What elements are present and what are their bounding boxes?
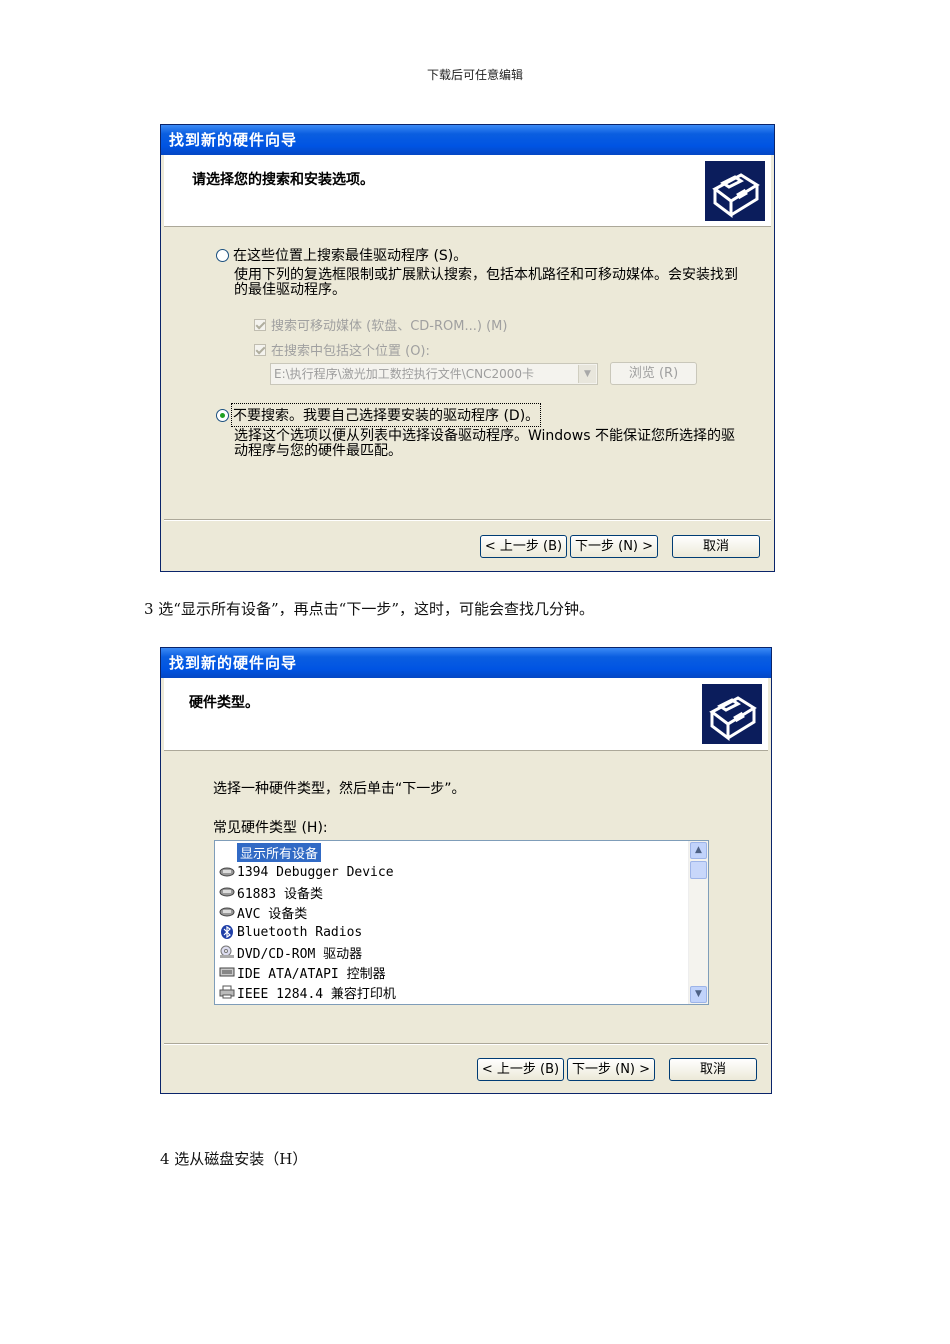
divider <box>164 1043 768 1045</box>
list-item-label: 1394 Debugger Device <box>237 864 394 880</box>
back-button[interactable]: < 上一步 (B) <box>480 535 567 558</box>
wizard-header: 硬件类型。 <box>164 678 768 751</box>
wizard-body: 选择一种硬件类型，然后单击“下一步”。 常见硬件类型 (H): 显示所有设备 1… <box>164 751 768 1090</box>
list-item[interactable]: 1394 Debugger Device <box>219 862 394 882</box>
list-item[interactable]: DVD/CD-ROM 驱动器 <box>219 942 362 962</box>
location-path-value: E:\执行程序\激光加工数控执行文件\CNC2000卡 <box>274 367 535 381</box>
wizard-body: 在这些位置上搜索最佳驱动程序 (S)。 使用下列的复选框限制或扩展默认搜索，包括… <box>164 227 771 568</box>
hardware-list-label: 常见硬件类型 (H): <box>213 820 328 836</box>
chevron-down-icon[interactable]: ▼ <box>690 986 707 1003</box>
wizard-heading: 请选择您的搜索和安装选项。 <box>192 172 374 188</box>
bluetooth-icon <box>221 925 233 939</box>
radio-button-selected[interactable] <box>216 408 229 422</box>
search-option-description: 使用下列的复选框限制或扩展默认搜索，包括本机路径和可移动媒体。会安装找到的最佳驱… <box>234 267 738 298</box>
checkbox-include-label: 在搜索中包括这个位置 (O): <box>271 344 430 359</box>
checkbox[interactable] <box>254 343 266 356</box>
wizard-header: 请选择您的搜索和安装选项。 <box>164 155 771 227</box>
list-item[interactable]: Bluetooth Radios <box>219 922 362 942</box>
list-item[interactable]: AVC 设备类 <box>219 902 307 922</box>
list-item-label: IDE ATA/ATAPI 控制器 <box>237 966 386 982</box>
chevron-down-icon[interactable]: ▼ <box>578 365 596 383</box>
list-item[interactable]: IEEE 1284.4 兼容打印机 <box>219 982 396 1002</box>
wizard-title-bar: 找到新的硬件向导 <box>161 125 774 155</box>
next-button[interactable]: 下一步 (N) > <box>567 1058 655 1081</box>
radio-no-search-option[interactable]: 不要搜索。我要自己选择要安装的驱动程序 (D)。 <box>216 403 542 427</box>
radio-search-option[interactable]: 在这些位置上搜索最佳驱动程序 (S)。 <box>216 245 467 265</box>
wizard-title-bar: 找到新的硬件向导 <box>161 648 771 678</box>
no-search-option-description: 选择这个选项以便从列表中选择设备驱动程序。Windows 不能保证您所选择的驱动… <box>234 428 735 459</box>
list-item-label: 61883 设备类 <box>237 886 323 902</box>
list-item-label: Bluetooth Radios <box>237 924 363 940</box>
divider <box>164 519 771 521</box>
device-icon <box>219 887 235 897</box>
browse-button[interactable]: 浏览 (R) <box>610 362 697 385</box>
checkbox[interactable] <box>254 318 266 331</box>
step-3-instruction: 3 选“显示所有设备”，再点击“下一步”，这时，可能会查找几分钟。 <box>144 600 594 618</box>
hardware-wizard-hardware-type: 找到新的硬件向导 硬件类型。 选择一种硬件类型，然后单击“下一步”。 常见硬件类… <box>160 647 772 1094</box>
list-item-label: AVC 设备类 <box>237 906 308 922</box>
wizard-heading: 硬件类型。 <box>189 695 259 711</box>
printer-icon <box>219 985 235 999</box>
checkbox-include-location[interactable]: 在搜索中包括这个位置 (O): <box>254 340 430 359</box>
hardware-type-list[interactable]: 显示所有设备 1394 Debugger Device 61883 设备类 AV… <box>214 840 709 1005</box>
checkbox-removable-media[interactable]: 搜索可移动媒体 (软盘、CD-ROM...) (M) <box>254 315 507 334</box>
list-item[interactable]: 61883 设备类 <box>219 882 323 902</box>
location-path-combobox[interactable]: E:\执行程序\激光加工数控执行文件\CNC2000卡 ▼ <box>270 363 598 385</box>
list-scrollbar[interactable]: ▲ ▼ <box>688 841 708 1004</box>
chevron-up-icon[interactable]: ▲ <box>690 842 707 859</box>
list-item-label: IEEE 1284.4 兼容打印机 <box>237 986 396 1002</box>
list-item-label: 显示所有设备 <box>237 842 322 862</box>
document-header: 下载后可任意编辑 <box>426 68 523 82</box>
scrollbar-thumb[interactable] <box>690 861 707 879</box>
radio-search-label: 在这些位置上搜索最佳驱动程序 (S)。 <box>233 248 468 264</box>
next-button[interactable]: 下一步 (N) > <box>570 535 658 558</box>
checkbox-removable-label: 搜索可移动媒体 (软盘、CD-ROM...) (M) <box>271 319 508 334</box>
device-icon <box>219 867 235 877</box>
ide-icon <box>219 967 235 977</box>
step-4-instruction: 4 选从磁盘安装（H） <box>160 1150 308 1168</box>
cancel-button[interactable]: 取消 <box>672 535 760 558</box>
cdrom-icon <box>220 945 234 958</box>
hardware-type-instruction: 选择一种硬件类型，然后单击“下一步”。 <box>213 781 466 797</box>
cancel-button[interactable]: 取消 <box>669 1058 757 1081</box>
list-item[interactable]: IDE ATA/ATAPI 控制器 <box>219 962 386 982</box>
hardware-wizard-icon <box>705 161 765 221</box>
blank-icon <box>219 845 235 859</box>
back-button[interactable]: < 上一步 (B) <box>477 1058 564 1081</box>
list-item[interactable]: 显示所有设备 <box>219 842 322 862</box>
radio-button[interactable] <box>216 248 229 262</box>
radio-no-search-label: 不要搜索。我要自己选择要安装的驱动程序 (D)。 <box>230 403 542 427</box>
hardware-wizard-icon <box>702 684 762 744</box>
hardware-wizard-search-options: 找到新的硬件向导 请选择您的搜索和安装选项。 在这些位置上搜索最佳驱动程序 (S… <box>160 124 775 572</box>
list-item-label: DVD/CD-ROM 驱动器 <box>237 946 363 962</box>
device-icon <box>219 907 235 917</box>
